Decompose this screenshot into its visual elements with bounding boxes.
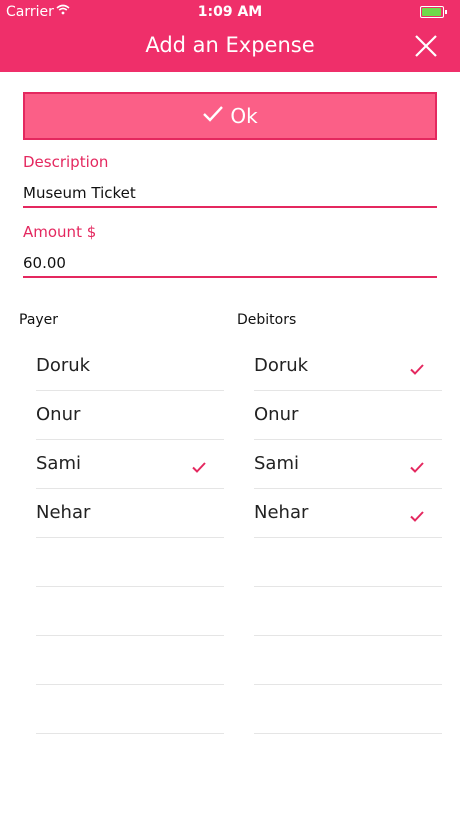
debitor-name: Onur bbox=[254, 404, 299, 425]
debitors-list: Doruk Onur Sami Nehar bbox=[254, 342, 442, 734]
payer-name: Sami bbox=[36, 453, 81, 474]
debitor-row[interactable] bbox=[254, 538, 442, 587]
debitor-row[interactable]: Onur bbox=[254, 391, 442, 440]
ok-button-label: Ok bbox=[230, 104, 258, 128]
payer-row[interactable] bbox=[36, 636, 224, 685]
amount-label: Amount $ bbox=[23, 223, 97, 241]
debitor-row[interactable] bbox=[254, 636, 442, 685]
checkmark-icon bbox=[410, 360, 424, 375]
debitor-name: Doruk bbox=[254, 355, 309, 376]
page-title: Add an Expense bbox=[145, 33, 315, 57]
payer-row[interactable]: Doruk bbox=[36, 342, 224, 391]
payer-name: Nehar bbox=[36, 502, 91, 523]
navigation-header: Carrier 1:09 AM Add an Expense bbox=[0, 0, 460, 72]
checkmark-icon bbox=[410, 458, 424, 473]
payer-row[interactable] bbox=[36, 538, 224, 587]
payer-name: Onur bbox=[36, 404, 81, 425]
payer-heading: Payer bbox=[19, 312, 59, 328]
checkmark-icon bbox=[410, 507, 424, 522]
debitor-row[interactable]: Nehar bbox=[254, 489, 442, 538]
description-label: Description bbox=[23, 153, 109, 171]
amount-field[interactable] bbox=[23, 250, 437, 278]
payer-list: Doruk Onur Sami Nehar bbox=[36, 342, 224, 734]
debitor-name: Nehar bbox=[254, 502, 309, 523]
ok-button[interactable]: Ok bbox=[23, 92, 437, 140]
debitor-row[interactable] bbox=[254, 685, 442, 734]
checkmark-icon bbox=[192, 458, 206, 473]
checkmark-icon bbox=[202, 104, 230, 128]
status-time: 1:09 AM bbox=[197, 4, 263, 20]
payer-row[interactable] bbox=[36, 685, 224, 734]
close-icon[interactable] bbox=[414, 34, 438, 58]
debitor-row[interactable]: Sami bbox=[254, 440, 442, 489]
debitor-row[interactable] bbox=[254, 587, 442, 636]
status-bar: Carrier 1:09 AM bbox=[0, 0, 460, 24]
payer-row[interactable] bbox=[36, 587, 224, 636]
debitors-heading: Debitors bbox=[237, 312, 297, 328]
payer-name: Doruk bbox=[36, 355, 91, 376]
debitor-row[interactable]: Doruk bbox=[254, 342, 442, 391]
description-field[interactable] bbox=[23, 180, 437, 208]
payer-row[interactable]: Sami bbox=[36, 440, 224, 489]
battery-icon bbox=[420, 6, 447, 18]
payer-row[interactable]: Nehar bbox=[36, 489, 224, 538]
payer-row[interactable]: Onur bbox=[36, 391, 224, 440]
debitor-name: Sami bbox=[254, 453, 299, 474]
